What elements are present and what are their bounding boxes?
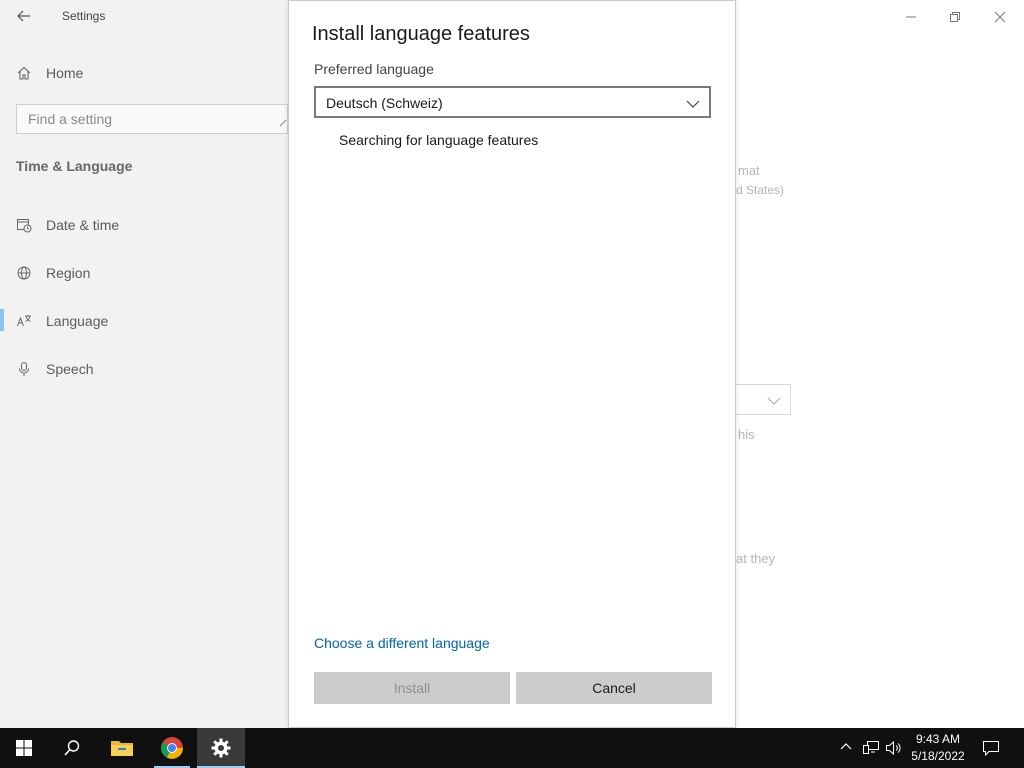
calendar-clock-icon (17, 219, 32, 233)
section-title: Time & Language (16, 158, 133, 174)
search-input[interactable] (17, 105, 283, 133)
taskbar-search-button[interactable] (48, 728, 96, 768)
bg-text-fragment: mat (738, 163, 760, 178)
chrome-icon (161, 737, 183, 759)
network-icon[interactable] (862, 740, 880, 761)
clock-time: 9:43 AM (915, 732, 961, 746)
chevron-down-icon (685, 97, 701, 115)
file-explorer-icon (111, 741, 133, 756)
nav-language[interactable]: Language (16, 313, 108, 329)
search-box[interactable] (16, 104, 288, 134)
selected-language-value: Deutsch (Schweiz) (326, 95, 443, 111)
nav-language-label: Language (46, 313, 109, 329)
preferred-language-select[interactable]: Deutsch (Schweiz) (314, 86, 711, 118)
nav-region[interactable]: Region (16, 265, 90, 281)
install-button[interactable]: Install (314, 672, 510, 704)
bg-dropdown (733, 384, 791, 415)
home-icon (17, 66, 31, 80)
nav-home[interactable]: Home (16, 65, 83, 81)
start-button[interactable] (0, 728, 48, 768)
minimize-icon[interactable] (903, 9, 919, 25)
search-icon (64, 740, 80, 756)
nav-speech[interactable]: Speech (16, 361, 93, 377)
volume-icon[interactable] (885, 740, 903, 761)
taskbar: 9:43 AM 5/18/2022 (0, 728, 1024, 768)
nav-date-time[interactable]: Date & time (16, 217, 119, 233)
bg-text-fragment: d States) (736, 183, 785, 197)
language-icon (17, 315, 31, 327)
settings-taskbar-button[interactable] (197, 728, 245, 768)
selected-indicator (0, 309, 4, 331)
settings-sidebar: Settings Home Time & Language Date & tim… (0, 0, 288, 728)
action-center-icon[interactable] (982, 739, 1000, 762)
start-icon (16, 740, 32, 756)
choose-different-language-link[interactable]: Choose a different language (314, 635, 490, 651)
preferred-language-label: Preferred language (314, 61, 434, 77)
install-language-dialog: Install language features Preferred lang… (288, 0, 736, 728)
file-explorer-button[interactable] (98, 728, 146, 768)
close-icon[interactable] (992, 9, 1008, 25)
restore-icon[interactable] (947, 9, 963, 25)
nav-speech-label: Speech (46, 361, 94, 377)
nav-date-time-label: Date & time (46, 217, 120, 233)
microphone-icon (19, 362, 29, 376)
search-field-icon[interactable] (279, 112, 287, 133)
back-arrow-icon[interactable] (16, 8, 32, 24)
chevron-down-icon (766, 394, 782, 412)
cancel-button[interactable]: Cancel (516, 672, 712, 704)
app-title: Settings (62, 9, 106, 23)
show-hidden-icons-chevron-icon[interactable] (839, 740, 853, 759)
clock-date: 5/18/2022 (911, 749, 965, 763)
nav-region-label: Region (46, 265, 91, 281)
globe-icon (17, 266, 31, 280)
dialog-title: Install language features (312, 23, 530, 45)
taskbar-clock[interactable]: 9:43 AM 5/18/2022 (904, 731, 972, 765)
status-text: Searching for language features (339, 132, 539, 148)
chrome-button[interactable] (148, 728, 196, 768)
settings-gear-icon (211, 738, 231, 758)
bg-text-fragment: at they (736, 551, 776, 566)
bg-text-fragment: his (738, 427, 755, 442)
nav-home-label: Home (46, 65, 84, 81)
